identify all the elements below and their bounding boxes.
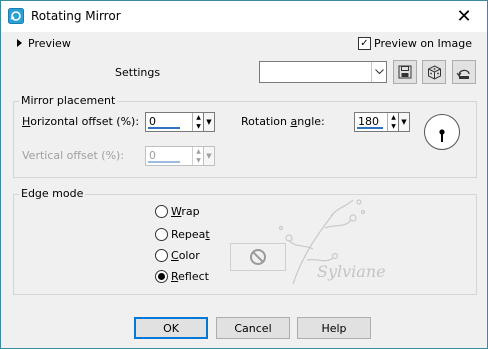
chevron-down-icon[interactable] [371,62,386,82]
mirror-placement-title: Mirror placement [19,94,118,107]
settings-label: Settings [115,66,161,79]
randomize-button[interactable] [422,60,446,84]
help-button-label: Help [321,321,347,335]
rotation-angle-bar [357,127,383,129]
color-swatch [230,243,286,271]
reset-button[interactable] [452,60,476,84]
dial-needle-icon [439,129,445,142]
reflect-radio[interactable] [155,270,168,283]
vertical-offset-label: Vertical offset (%): [22,149,125,162]
dropdown-arrow-icon: ▼ [203,147,214,165]
ok-button-label: OK [163,321,179,335]
repeat-label: Repeat [171,228,210,241]
horizontal-offset-label: Horizontal offset (%): [22,115,140,128]
title-bar[interactable]: Rotating Mirror ✕ [1,1,487,32]
rotation-dial[interactable] [424,114,460,150]
reflect-label: Reflect [171,270,209,283]
save-preset-button[interactable] [393,60,417,84]
ok-button[interactable]: OK [134,317,208,339]
rotation-angle-spinner[interactable]: 180 ▲ ▼ ▼ [354,112,410,132]
close-icon: ✕ [456,6,472,27]
edge-mode-title: Edge mode [19,187,86,200]
horizontal-offset-bar [148,127,180,129]
cancel-button-label: Cancel [234,321,272,335]
color-label: Color [171,249,200,262]
vertical-offset-bar [148,161,180,163]
dice-icon [427,64,441,80]
dropdown-arrow-icon[interactable]: ▼ [398,113,409,131]
checkmark-icon: ✓ [360,38,369,49]
horizontal-offset-spinner[interactable]: 0 ▲ ▼ ▼ [145,112,215,132]
expand-triangle-icon[interactable] [17,39,22,47]
repeat-radio[interactable] [155,228,168,241]
preview-on-image-label: Preview on Image [374,37,472,50]
color-radio[interactable] [155,249,168,262]
vertical-offset-spinner: 0 ▲ ▼ ▼ [145,146,215,166]
dropdown-arrow-icon[interactable]: ▼ [203,113,214,131]
cancel-button[interactable]: Cancel [216,317,290,339]
dialog-window: Rotating Mirror ✕ Preview ✓ Preview on I… [0,0,488,349]
settings-combo[interactable] [259,61,387,83]
svg-text:Sylviane: Sylviane [317,262,386,281]
app-icon [8,8,24,24]
wrap-radio[interactable] [155,205,168,218]
rotation-angle-label: Rotation angle: [241,115,325,128]
help-button[interactable]: Help [297,317,371,339]
window-title: Rotating Mirror [31,9,121,23]
preview-toggle-label[interactable]: Preview [28,37,71,50]
wrap-label: Wrap [171,205,200,218]
no-symbol-icon [250,249,266,265]
save-icon [398,65,412,79]
preview-on-image-checkbox[interactable]: ✓ [358,37,371,50]
close-button[interactable]: ✕ [441,1,487,32]
reset-icon [456,69,470,79]
